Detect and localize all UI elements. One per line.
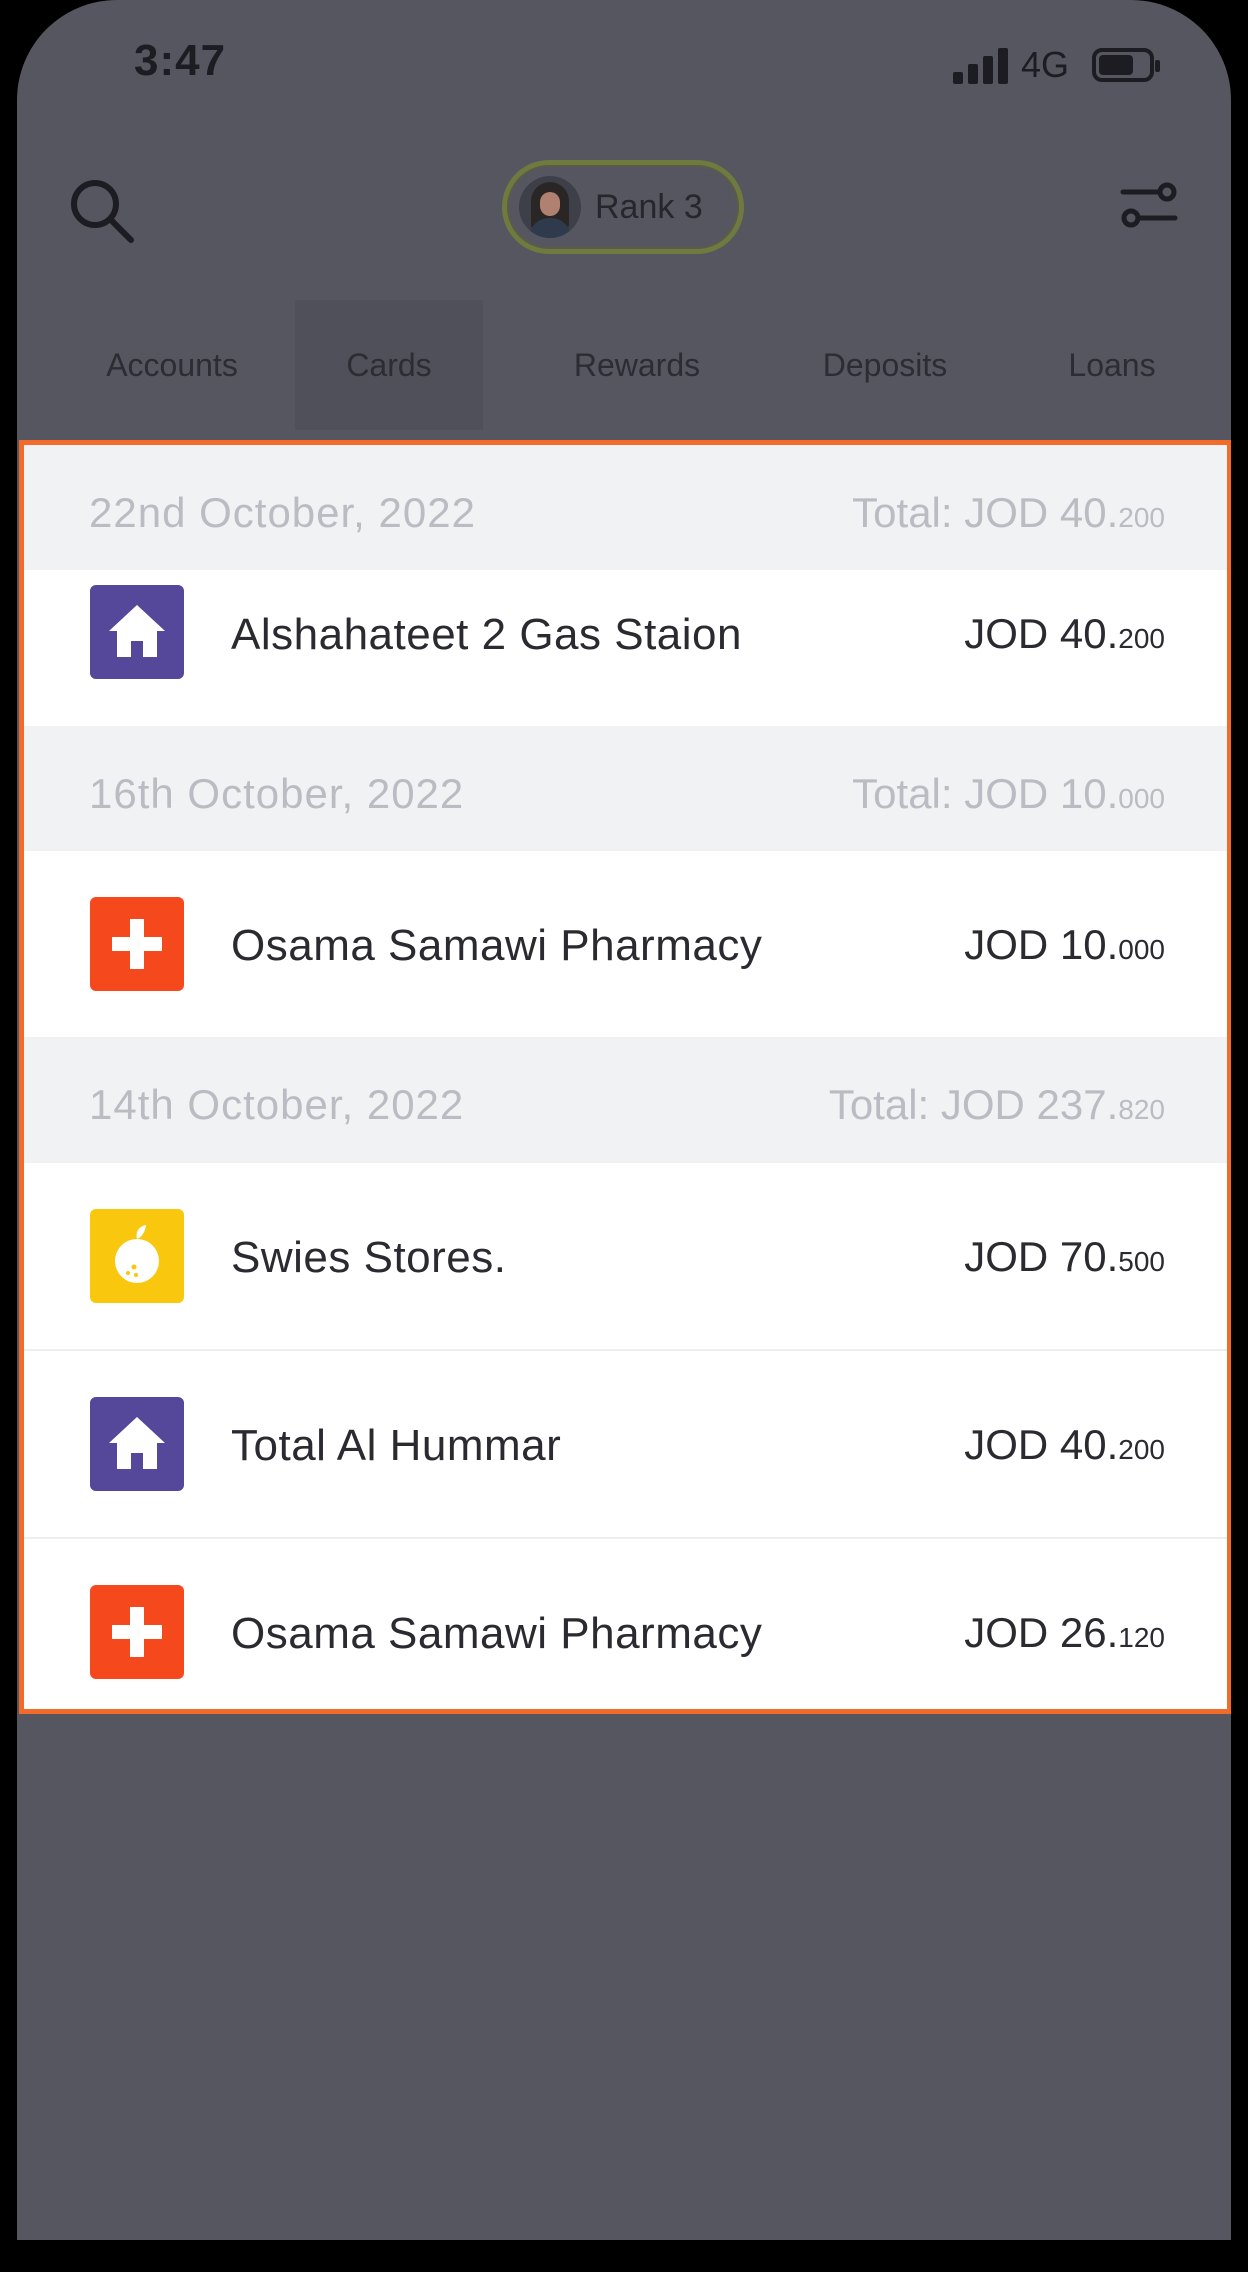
- filter-icon[interactable]: [1119, 176, 1179, 236]
- phone-screen: 3:47 4G Rank 3 Accounts Cards Rewards De…: [17, 0, 1231, 2240]
- transaction-amount: JOD 40.200: [964, 610, 1165, 657]
- signal-icon: [953, 48, 1011, 84]
- tab-accounts[interactable]: Accounts: [67, 300, 277, 430]
- battery-icon: [1092, 48, 1160, 82]
- transaction-row[interactable]: Swies Stores. JOD 70.500: [24, 1163, 1227, 1351]
- merchant-name: Swies Stores.: [231, 1233, 507, 1282]
- transaction-amount: JOD 70.500: [964, 1233, 1165, 1280]
- tab-loans[interactable]: Loans: [1027, 300, 1197, 430]
- dimmed-overlay: [17, 1714, 1231, 2240]
- merchant-name: Total Al Hummar: [231, 1421, 562, 1470]
- transaction-amount: JOD 26.120: [964, 1609, 1165, 1656]
- avatar: [519, 176, 581, 238]
- tab-deposits[interactable]: Deposits: [785, 300, 985, 430]
- tab-bar: Accounts Cards Rewards Deposits Loans: [17, 300, 1231, 430]
- date-total: Total: JOD 237.820: [828, 1081, 1165, 1128]
- house-icon: [90, 1397, 184, 1491]
- search-icon[interactable]: [67, 176, 137, 246]
- merchant-name: Osama Samawi Pharmacy: [231, 1609, 763, 1658]
- date-total: Total: JOD 10.000: [852, 770, 1165, 817]
- medical-cross-icon: [90, 1585, 184, 1679]
- transaction-row[interactable]: Osama Samawi Pharmacy JOD 10.000: [24, 851, 1227, 1037]
- tab-cards[interactable]: Cards: [295, 300, 483, 430]
- merchant-name: Alshahateet 2 Gas Staion: [231, 610, 742, 659]
- date-total: Total: JOD 40.200: [852, 489, 1165, 536]
- tab-rewards[interactable]: Rewards: [537, 300, 737, 430]
- date-label: 22nd October, 2022: [89, 489, 476, 536]
- rank-badge[interactable]: Rank 3: [502, 160, 744, 254]
- lemon-icon: [90, 1209, 184, 1303]
- medical-cross-icon: [90, 897, 184, 991]
- date-label: 16th October, 2022: [89, 770, 465, 817]
- top-bar: Rank 3: [17, 140, 1231, 270]
- transaction-row[interactable]: Alshahateet 2 Gas Staion JOD 40.200: [24, 570, 1227, 726]
- status-time: 3:47: [134, 36, 227, 85]
- merchant-name: Osama Samawi Pharmacy: [231, 921, 763, 970]
- rank-label: Rank 3: [595, 187, 703, 226]
- transaction-row[interactable]: Osama Samawi Pharmacy JOD 26.120: [24, 1539, 1227, 1709]
- date-header: 22nd October, 2022 Total: JOD 40.200: [24, 445, 1227, 570]
- house-icon: [90, 585, 184, 679]
- transactions-panel: 22nd October, 2022 Total: JOD 40.200 Als…: [19, 440, 1231, 1714]
- transaction-row[interactable]: Total Al Hummar JOD 40.200: [24, 1351, 1227, 1539]
- date-header: 14th October, 2022 Total: JOD 237.820: [24, 1037, 1227, 1163]
- network-label: 4G: [1021, 44, 1070, 85]
- transaction-amount: JOD 40.200: [964, 1421, 1165, 1468]
- status-bar: 3:47 4G: [17, 0, 1231, 130]
- date-header: 16th October, 2022 Total: JOD 10.000: [24, 726, 1227, 851]
- date-label: 14th October, 2022: [89, 1081, 465, 1128]
- transaction-amount: JOD 10.000: [964, 921, 1165, 968]
